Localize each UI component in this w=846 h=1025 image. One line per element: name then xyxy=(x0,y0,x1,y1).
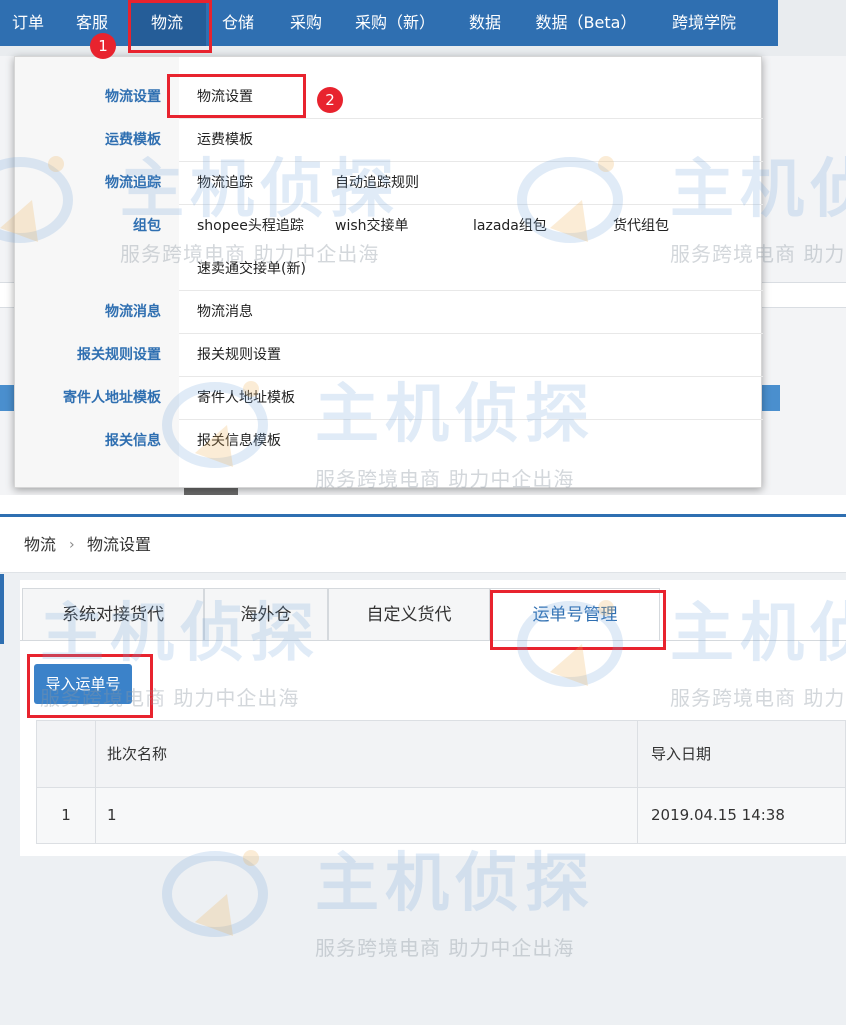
background-thumb xyxy=(184,488,238,495)
nav-item-purchase-new[interactable]: 采购（新） xyxy=(342,0,448,46)
tab-tracking-number-management[interactable]: 运单号管理 xyxy=(490,588,660,641)
menu-link-sender-address-template[interactable]: 寄件人地址模板 xyxy=(197,377,295,420)
dropdown-row: 速卖通交接单(新) xyxy=(15,248,763,291)
screenshot-stage: 订单 客服 物流 仓储 采购 采购（新） 数据 数据（Beta） 跨境学院 物流… xyxy=(0,0,846,1025)
breadcrumb: 物流 › 物流设置 xyxy=(0,517,846,573)
nav-item-purchase[interactable]: 采购 xyxy=(270,0,342,46)
dropdown-row: 组包 shopee头程追踪 wish交接单 lazada组包 货代组包 xyxy=(15,205,763,248)
menu-link-customs-rules[interactable]: 报关规则设置 xyxy=(197,334,281,377)
dropdown-category: 物流追踪 xyxy=(105,175,161,191)
step-badge: 2 xyxy=(317,87,343,113)
menu-link-shipping-template[interactable]: 运费模板 xyxy=(197,119,253,162)
menu-link-tracking[interactable]: 物流追踪 xyxy=(197,162,253,205)
top-navbar: 订单 客服 物流 仓储 采购 采购（新） 数据 数据（Beta） 跨境学院 xyxy=(0,0,778,46)
dropdown-category: 运费模板 xyxy=(105,132,161,148)
menu-link-logistics-settings[interactable]: 物流设置 xyxy=(197,76,253,119)
dropdown-row: 物流追踪 物流追踪 自动追踪规则 xyxy=(15,162,763,205)
step-badge: 1 xyxy=(90,33,116,59)
dropdown-row: 报关信息 报关信息模板 xyxy=(15,420,763,463)
nav-item-academy[interactable]: 跨境学院 xyxy=(650,0,758,46)
menu-link-lazada-packing[interactable]: lazada组包 xyxy=(473,205,547,248)
dropdown-category: 物流消息 xyxy=(105,304,161,320)
menu-link-shopee-first-leg[interactable]: shopee头程追踪 xyxy=(197,205,304,248)
bottom-panel: 物流 › 物流设置 系统对接货代 海外仓 自定义货代 运单号管理 导入运单号 批… xyxy=(0,514,846,1025)
background-strip xyxy=(0,282,14,308)
dropdown-category: 寄件人地址模板 xyxy=(63,390,161,406)
menu-link-customs-info-template[interactable]: 报关信息模板 xyxy=(197,420,281,463)
breadcrumb-item-logistics-settings: 物流设置 xyxy=(87,535,152,554)
menu-link-wish-handover[interactable]: wish交接单 xyxy=(335,205,409,248)
dropdown-category: 报关规则设置 xyxy=(77,347,161,363)
table-cell-batch-name: 1 xyxy=(107,806,117,824)
logistics-dropdown-menu: 物流设置 物流设置 运费模板 运费模板 物流追踪 物流追踪 自动追踪规则 组包 … xyxy=(14,56,763,488)
dropdown-category: 组包 xyxy=(133,218,161,234)
nav-item-data-beta[interactable]: 数据（Beta） xyxy=(522,0,650,46)
import-tracking-number-button[interactable]: 导入运单号 xyxy=(34,664,132,704)
dropdown-row: 运费模板 运费模板 xyxy=(15,119,763,162)
nav-item-orders[interactable]: 订单 xyxy=(0,0,56,46)
tab-system-forwarder[interactable]: 系统对接货代 xyxy=(22,588,204,640)
dropdown-category: 报关信息 xyxy=(105,433,161,449)
column-header-batch-name: 批次名称 xyxy=(107,745,168,763)
menu-link-forwarder-packing[interactable]: 货代组包 xyxy=(613,205,669,248)
background-strip xyxy=(762,282,846,308)
table-row[interactable]: 1 1 2019.04.15 14:38 xyxy=(36,788,846,844)
menu-link-logistics-messages[interactable]: 物流消息 xyxy=(197,291,253,334)
table-cell-import-date: 2019.04.15 14:38 xyxy=(651,806,785,824)
top-panel: 订单 客服 物流 仓储 采购 采购（新） 数据 数据（Beta） 跨境学院 物流… xyxy=(0,0,846,495)
nav-item-data[interactable]: 数据 xyxy=(448,0,522,46)
dropdown-category: 物流设置 xyxy=(105,89,161,105)
nav-item-warehouse[interactable]: 仓储 xyxy=(206,0,270,46)
table-header-row: 批次名称 导入日期 xyxy=(36,720,846,788)
dropdown-row: 物流设置 物流设置 xyxy=(15,76,763,119)
tab-overseas-warehouse[interactable]: 海外仓 xyxy=(204,588,328,640)
tab-custom-forwarder[interactable]: 自定义货代 xyxy=(328,588,490,640)
nav-item-logistics[interactable]: 物流 xyxy=(128,0,206,46)
breadcrumb-separator: › xyxy=(69,537,75,553)
column-header-import-date: 导入日期 xyxy=(651,745,712,763)
dropdown-row: 寄件人地址模板 寄件人地址模板 xyxy=(15,377,763,420)
tab-divider xyxy=(20,640,846,641)
breadcrumb-item-logistics[interactable]: 物流 xyxy=(24,517,56,573)
left-accent-bar xyxy=(0,574,4,644)
menu-link-aliexpress-handover[interactable]: 速卖通交接单(新) xyxy=(197,248,306,291)
watermark-logo-icon xyxy=(162,850,268,937)
column-header-index xyxy=(37,721,95,787)
table-cell-index: 1 xyxy=(61,806,71,824)
menu-link-auto-tracking-rules[interactable]: 自动追踪规则 xyxy=(335,162,419,205)
content-card: 系统对接货代 海外仓 自定义货代 运单号管理 导入运单号 批次名称 导入日期 1 xyxy=(20,580,846,856)
dropdown-row: 物流消息 物流消息 xyxy=(15,291,763,334)
dropdown-row: 报关规则设置 报关规则设置 xyxy=(15,334,763,377)
background-button xyxy=(762,385,780,411)
